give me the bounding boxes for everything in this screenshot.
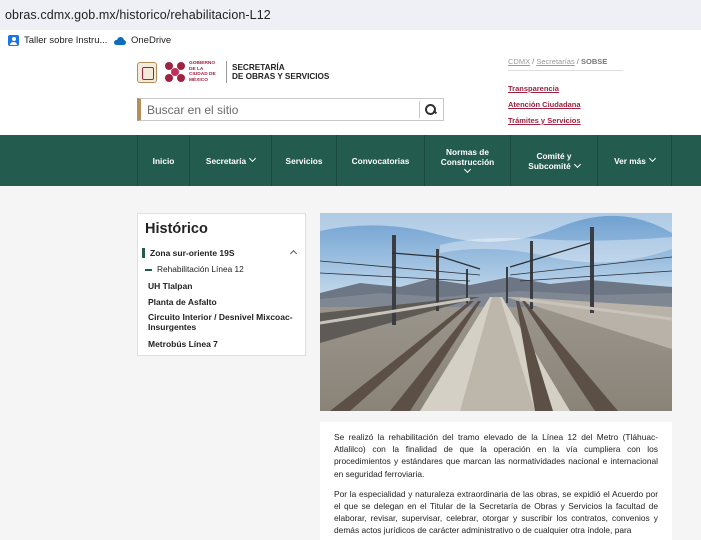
chevron-down-icon — [648, 154, 656, 163]
nav-ver-mas[interactable]: Ver más — [597, 135, 672, 186]
link-atencion-ciudadana[interactable]: Atención Ciudadana — [508, 100, 581, 109]
search-separator — [419, 101, 420, 118]
chevron-down-icon — [573, 160, 581, 168]
sidebar-item-uh-tlalpan[interactable]: UH Tlalpan — [148, 281, 192, 291]
address-bar[interactable]: obras.cdmx.gob.mx/historico/rehabilitaci… — [0, 0, 701, 30]
bookmark-onedrive[interactable]: OneDrive — [114, 35, 171, 46]
url-text[interactable]: obras.cdmx.gob.mx/historico/rehabilitaci… — [5, 8, 271, 22]
nav-convocatorias[interactable]: Convocatorias — [336, 135, 424, 186]
cdmx-logo-icon — [165, 62, 185, 82]
breadcrumb-current: SOBSE — [580, 57, 608, 66]
breadcrumb-cdmx[interactable]: CDMX — [508, 57, 530, 66]
nav-normas[interactable]: Normas de Construcción — [424, 135, 510, 186]
site-logo[interactable]: GOBIERNO DE LA CIUDAD DE MÉXICO SECRETAR… — [137, 60, 329, 84]
nav-servicios[interactable]: Servicios — [271, 135, 336, 186]
chevron-down-icon — [463, 165, 472, 174]
railway-photo — [320, 213, 672, 411]
article-body: Se realizó la rehabilitación del tramo e… — [320, 422, 672, 540]
article-paragraph: Se realizó la rehabilitación del tramo e… — [334, 432, 658, 479]
logo-divider — [226, 61, 227, 83]
site-header: GOBIERNO DE LA CIUDAD DE MÉXICO SECRETAR… — [0, 52, 701, 135]
person-icon — [8, 35, 19, 46]
gov-text: GOBIERNO DE LA CIUDAD DE MÉXICO — [189, 61, 216, 83]
divider — [508, 70, 623, 71]
search-box — [137, 98, 444, 121]
breadcrumb: CDMX / Secretarías / SOBSE — [508, 57, 608, 66]
sidebar-subitem-rehabilitacion[interactable]: Rehabilitación Línea 12 — [145, 264, 244, 274]
coat-of-arms-icon — [137, 61, 157, 83]
chevron-down-icon — [249, 154, 257, 163]
sidebar-item-zona-sur-oriente[interactable]: Zona sur-oriente 19S — [142, 248, 235, 258]
main-nav: Inicio Secretaría Servicios Convocatoria… — [0, 135, 701, 186]
utility-links: CDMX / Secretarías / SOBSE Transparencia… — [508, 57, 623, 125]
breadcrumb-secretarias[interactable]: Secretarías — [536, 57, 574, 66]
secretaria-name: SECRETARÍA DE OBRAS Y SERVICIOS — [232, 63, 330, 81]
link-transparencia[interactable]: Transparencia — [508, 84, 559, 93]
sidebar-title: Histórico — [145, 221, 208, 237]
bookmark-label: OneDrive — [131, 35, 172, 46]
cloud-icon — [114, 36, 126, 45]
bookmark-taller[interactable]: Taller sobre Instru... — [8, 35, 107, 46]
sidebar-item-planta-asfalto[interactable]: Planta de Asfalto — [148, 297, 217, 307]
bookmark-label: Taller sobre Instru... — [24, 35, 108, 46]
sidebar-item-circuito-interior[interactable]: Circuito Interior / Desnivel Mixcoac-Ins… — [148, 312, 303, 332]
nav-inicio[interactable]: Inicio — [137, 135, 189, 186]
sidebar-item-metrobus[interactable]: Metrobús Línea 7 — [148, 339, 218, 349]
bookmarks-bar: Taller sobre Instru... OneDrive — [0, 30, 701, 52]
article-paragraph: Por la especialidad y naturaleza extraor… — [334, 488, 658, 536]
search-input[interactable] — [147, 102, 417, 117]
link-tramites-servicios[interactable]: Trámites y Servicios — [508, 116, 581, 125]
search-icon[interactable] — [424, 103, 440, 117]
dash-icon — [145, 269, 152, 271]
nav-secretaria[interactable]: Secretaría — [189, 135, 271, 186]
nav-comite[interactable]: Comité y Subcomité — [510, 135, 597, 186]
sidebar-historico: Histórico Zona sur-oriente 19S Rehabilit… — [137, 213, 306, 356]
chevron-up-icon[interactable] — [289, 249, 298, 258]
